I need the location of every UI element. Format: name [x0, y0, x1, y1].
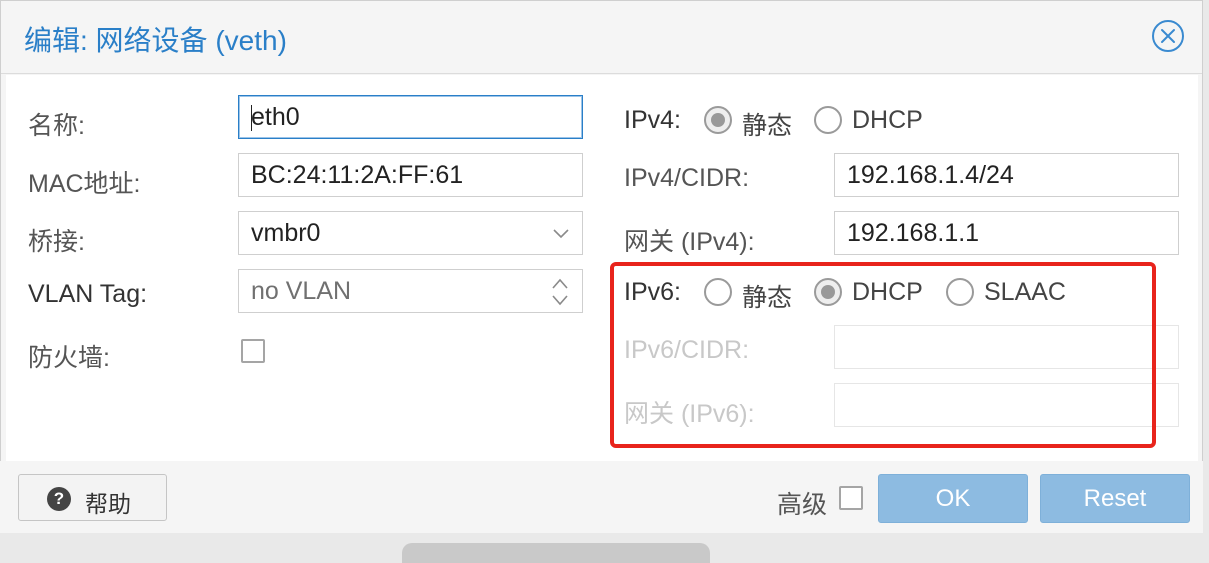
name-label: 名称: — [28, 112, 85, 140]
bridge-select-value: vmbr0 — [251, 219, 321, 247]
ipv4-static-label: 静态 — [742, 112, 793, 140]
edit-network-device-dialog: 编辑: 网络设备 (veth) — [0, 0, 1203, 533]
ipv6-cidr-label: IPv6/CIDR: — [624, 336, 750, 364]
help-button-label: 帮助 — [85, 491, 131, 517]
ipv4-gateway-input[interactable]: 192.168.1.1 — [834, 211, 1179, 255]
name-input-value: eth0 — [251, 103, 300, 131]
bridge-select[interactable]: vmbr0 — [238, 211, 583, 255]
firewall-label: 防火墙: — [28, 344, 110, 372]
ipv6-gateway-input[interactable] — [834, 383, 1179, 427]
mac-address-value: BC:24:11:2A:FF:61 — [251, 161, 464, 189]
ipv6-gateway-label: 网关 (IPv6): — [624, 400, 755, 428]
ipv6-cidr-input[interactable] — [834, 325, 1179, 369]
ipv4-label: IPv4: — [624, 106, 681, 134]
help-icon: ? — [47, 487, 71, 511]
chevron-down-icon[interactable] — [552, 224, 570, 242]
ipv4-static-radio[interactable] — [704, 106, 732, 134]
ipv6-slaac-radio[interactable] — [946, 278, 974, 306]
ipv6-label: IPv6: — [624, 278, 681, 306]
name-input[interactable]: eth0 — [238, 95, 583, 139]
ipv6-static-radio[interactable] — [704, 278, 732, 306]
ipv6-dhcp-label: DHCP — [852, 278, 923, 306]
dialog-title: 编辑: 网络设备 (veth) — [24, 25, 287, 56]
advanced-checkbox[interactable] — [839, 486, 863, 510]
ipv6-slaac-label: SLAAC — [984, 278, 1066, 306]
ipv6-static-label: 静态 — [742, 284, 793, 312]
ipv4-gateway-label: 网关 (IPv4): — [624, 228, 755, 256]
ipv4-dhcp-radio[interactable] — [814, 106, 842, 134]
spinner-arrows-icon[interactable] — [550, 276, 570, 308]
ipv4-cidr-value: 192.168.1.4/24 — [847, 161, 1014, 189]
mac-address-input[interactable]: BC:24:11:2A:FF:61 — [238, 153, 583, 197]
ipv4-cidr-label: IPv4/CIDR: — [624, 164, 750, 192]
vlan-tag-label: VLAN Tag: — [28, 280, 148, 308]
mac-label: MAC地址: — [28, 170, 141, 198]
ok-button[interactable]: OK — [878, 474, 1028, 523]
vlan-tag-spinner[interactable]: no VLAN — [238, 269, 583, 313]
ipv4-dhcp-label: DHCP — [852, 106, 923, 134]
firewall-checkbox[interactable] — [241, 339, 265, 363]
dialog-titlebar: 编辑: 网络设备 (veth) — [1, 1, 1202, 74]
ipv6-dhcp-radio[interactable] — [814, 278, 842, 306]
ipv4-gateway-value: 192.168.1.1 — [847, 219, 980, 247]
advanced-label: 高级 — [777, 491, 828, 519]
bridge-label: 桥接: — [28, 228, 85, 256]
background-panel-tab — [402, 543, 710, 563]
reset-button[interactable]: Reset — [1040, 474, 1190, 523]
help-button[interactable]: ? 帮助 — [18, 474, 167, 521]
ipv4-cidr-input[interactable]: 192.168.1.4/24 — [834, 153, 1179, 197]
vlan-tag-placeholder: no VLAN — [251, 277, 352, 305]
text-caret — [251, 105, 252, 131]
close-icon[interactable] — [1151, 19, 1185, 53]
